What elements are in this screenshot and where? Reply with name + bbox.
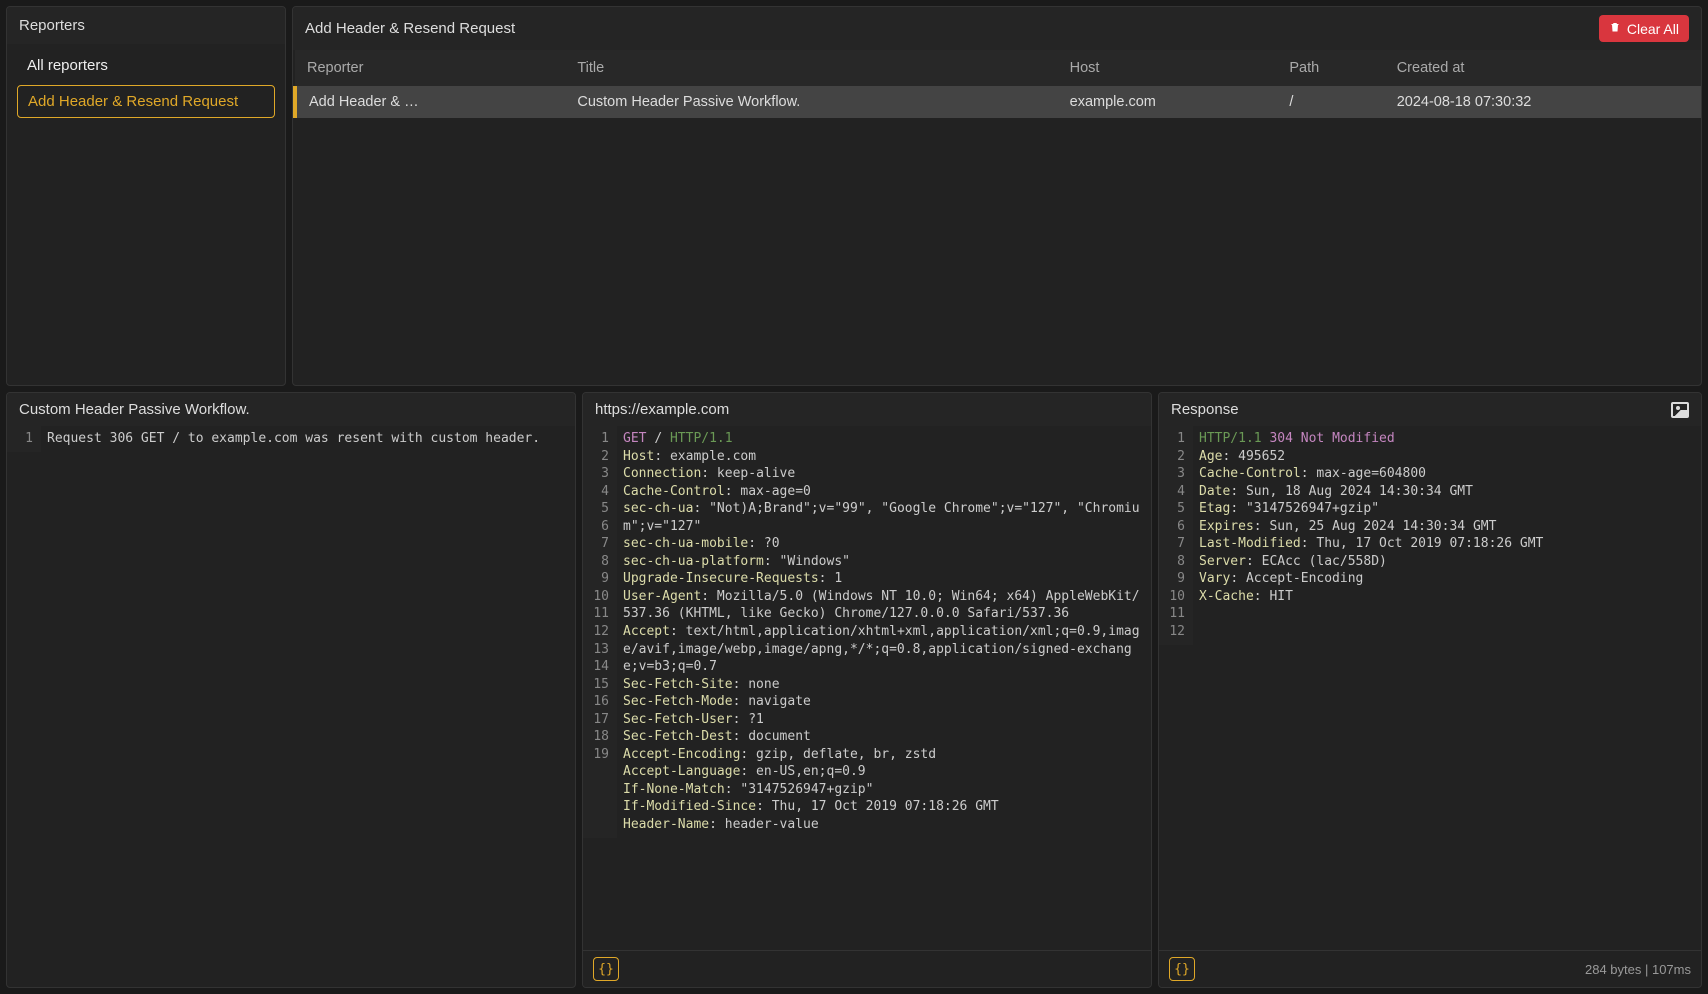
clear-all-button[interactable]: Clear All (1599, 15, 1689, 42)
code-line: Cache-Control: max-age=604800 (1199, 465, 1695, 483)
code-line: GET / HTTP/1.1 (623, 430, 1145, 448)
response-panel: Response 123456789101112 HTTP/1.1 304 No… (1158, 392, 1702, 988)
code-line: Header-Name: header-value (623, 816, 1145, 834)
request-panel: https://example.com 12345678910111213141… (582, 392, 1152, 988)
code-line: Sec-Fetch-Mode: navigate (623, 693, 1145, 711)
trash-icon (1609, 20, 1621, 37)
table-header-cell[interactable]: Path (1277, 50, 1384, 86)
table-cell: example.com (1058, 86, 1278, 118)
code-line: Server: ECAcc (lac/558D) (1199, 553, 1695, 571)
reporter-item[interactable]: All reporters (17, 50, 275, 81)
code-line: Sec-Fetch-Site: none (623, 676, 1145, 694)
response-title: Response (1171, 401, 1239, 418)
workflow-panel: Custom Header Passive Workflow. 1 Reques… (6, 392, 576, 988)
code-line: sec-ch-ua: "Not)A;Brand";v="99", "Google… (623, 500, 1145, 535)
code-line: Date: Sun, 18 Aug 2024 14:30:34 GMT (1199, 483, 1695, 501)
table-row[interactable]: Add Header & …Custom Header Passive Work… (295, 86, 1701, 118)
code-line: Vary: Accept-Encoding (1199, 570, 1695, 588)
code-line: Connection: keep-alive (623, 465, 1145, 483)
code-line: Accept-Language: en-US,en;q=0.9 (623, 763, 1145, 781)
code-line: Age: 495652 (1199, 448, 1695, 466)
clear-all-label: Clear All (1627, 21, 1679, 37)
code-line: Expires: Sun, 25 Aug 2024 14:30:34 GMT (1199, 518, 1695, 536)
code-line: HTTP/1.1 304 Not Modified (1199, 430, 1695, 448)
table-cell: Custom Header Passive Workflow. (565, 86, 1057, 118)
code-line: If-None-Match: "3147526947+gzip" (623, 781, 1145, 799)
code-line: Etag: "3147526947+gzip" (1199, 500, 1695, 518)
code-line: Upgrade-Insecure-Requests: 1 (623, 570, 1145, 588)
workflow-title: Custom Header Passive Workflow. (7, 393, 575, 426)
sidebar-title: Reporters (7, 7, 285, 44)
reporter-item[interactable]: Add Header & Resend Request (17, 85, 275, 118)
code-line: sec-ch-ua-mobile: ?0 (623, 535, 1145, 553)
code-line: Cache-Control: max-age=0 (623, 483, 1145, 501)
response-footer-stats: 284 bytes | 107ms (1585, 962, 1691, 977)
code-line: Accept: text/html,application/xhtml+xml,… (623, 623, 1145, 676)
response-json-button[interactable]: {} (1169, 957, 1195, 981)
code-line: X-Cache: HIT (1199, 588, 1695, 606)
request-title: https://example.com (583, 393, 1151, 426)
workflow-line: Request 306 GET / to example.com was res… (47, 430, 569, 448)
code-line: Last-Modified: Thu, 17 Oct 2019 07:18:26… (1199, 535, 1695, 553)
image-icon[interactable] (1671, 402, 1689, 418)
code-line: Sec-Fetch-Dest: document (623, 728, 1145, 746)
table-header-cell[interactable]: Created at (1385, 50, 1701, 86)
code-line (1199, 605, 1695, 623)
table-cell: 2024-08-18 07:30:32 (1385, 86, 1701, 118)
table-header-cell[interactable]: Reporter (295, 50, 565, 86)
sidebar-reporters: Reporters All reporters Add Header & Rese… (6, 6, 286, 386)
code-line: Sec-Fetch-User: ?1 (623, 711, 1145, 729)
code-line: User-Agent: Mozilla/5.0 (Windows NT 10.0… (623, 588, 1145, 623)
code-line: Accept-Encoding: gzip, deflate, br, zstd (623, 746, 1145, 764)
table-header-cell[interactable]: Host (1058, 50, 1278, 86)
code-line (1199, 623, 1695, 641)
table-cell: Add Header & … (295, 86, 565, 118)
main-title: Add Header & Resend Request (305, 20, 515, 37)
table-cell: / (1277, 86, 1384, 118)
request-json-button[interactable]: {} (593, 957, 619, 981)
table-header-cell[interactable]: Title (565, 50, 1057, 86)
main-request-list: Add Header & Resend Request Clear All Re… (292, 6, 1702, 386)
code-line: Host: example.com (623, 448, 1145, 466)
code-line: If-Modified-Since: Thu, 17 Oct 2019 07:1… (623, 798, 1145, 816)
code-line: sec-ch-ua-platform: "Windows" (623, 553, 1145, 571)
